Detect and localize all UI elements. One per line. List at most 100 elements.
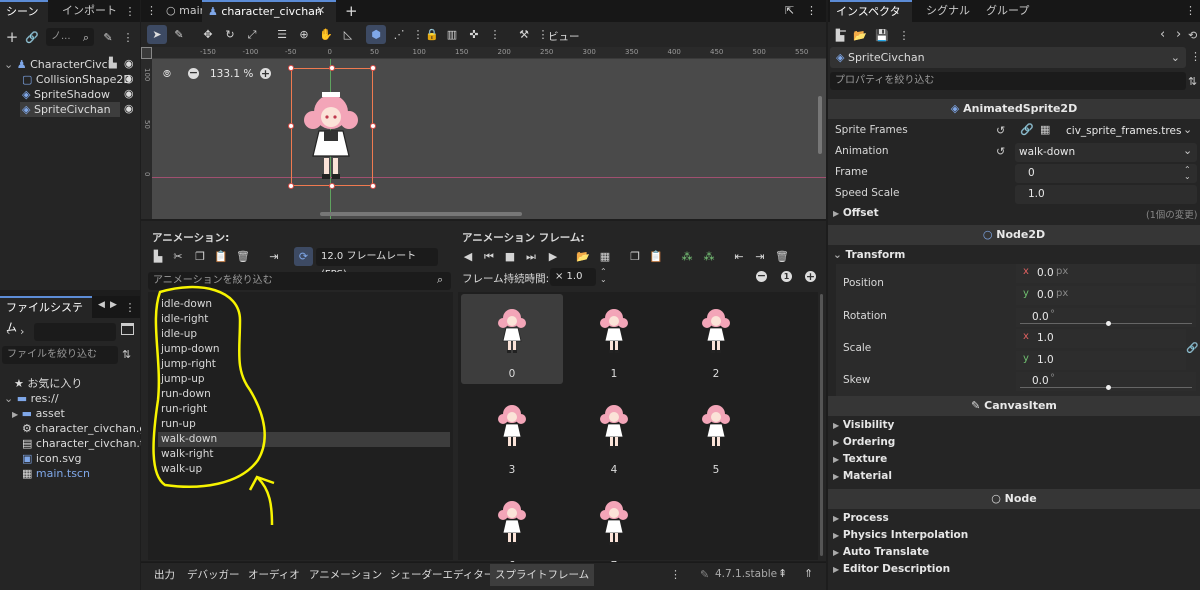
skew-slider-grabber[interactable] <box>1106 385 1111 390</box>
kebab-menu-icon[interactable]: ⋮ <box>122 3 138 19</box>
viewport-vscroll[interactable] <box>818 96 822 154</box>
inspector-section[interactable]: ▶ Texture <box>833 451 887 467</box>
paint-icon[interactable]: ✎ <box>171 27 187 43</box>
back-icon[interactable]: ‹ <box>6 325 10 338</box>
nav-right-icon[interactable]: ▶ <box>110 300 117 310</box>
spin-icon[interactable]: ⌃ ⌄ <box>600 268 607 284</box>
property-filter-input[interactable]: プロパティを絞り込む <box>830 72 1186 90</box>
spin-icon[interactable]: ⌃ ⌄ <box>1184 166 1191 181</box>
selection-handle[interactable] <box>288 183 294 189</box>
move-right-icon[interactable]: ⇥ <box>752 249 768 265</box>
frame-spinbox[interactable] <box>1015 164 1197 183</box>
section-offset[interactable]: ▶ Offset <box>833 205 879 221</box>
tab-scene[interactable]: シーン <box>0 0 48 22</box>
history-icon[interactable]: ⟲ <box>1188 29 1197 42</box>
link-scale-icon[interactable]: 🔗 <box>1186 343 1198 354</box>
delete-frame-icon[interactable]: 🗑 <box>774 249 790 265</box>
select-tool-icon[interactable]: ➤ <box>147 25 167 44</box>
file-item[interactable]: ▤ character_civchan.t... <box>22 436 155 451</box>
sort-icon[interactable]: ⇅ <box>122 348 131 361</box>
link-icon[interactable]: 🔗 <box>24 29 40 45</box>
filter-options-icon[interactable]: ⇅ <box>1188 75 1197 88</box>
tab-inspector[interactable]: インスペクター <box>830 0 912 38</box>
play-start-icon[interactable]: ⏭ <box>523 249 539 265</box>
frame-thumbnail[interactable]: 1 <box>563 294 665 384</box>
script-icon[interactable]: ✎ <box>100 29 116 45</box>
link-icon[interactable]: 🔗 <box>1020 123 1034 136</box>
delete-icon[interactable]: 🗑 <box>235 249 251 265</box>
frame-thumbnail[interactable]: 3 <box>461 390 563 480</box>
pin-panel-icon[interactable]: ⇞ <box>778 567 787 580</box>
tab-import[interactable]: インポート <box>56 0 123 22</box>
inspector-section[interactable]: ▶ Ordering <box>833 434 895 450</box>
chevron-down-icon[interactable]: ⌄ <box>1183 123 1192 136</box>
fps-input[interactable]: 12.0 フレームレート(FPS) <box>316 248 438 280</box>
tree-item-collision[interactable]: ▢ CollisionShape2D <box>22 72 138 87</box>
copy-frame-icon[interactable]: ❐ <box>627 249 643 265</box>
rotation-slider-grabber[interactable] <box>1106 321 1111 326</box>
bottom-tab[interactable]: 出力 <box>151 564 178 586</box>
more-icon[interactable]: ⋮ <box>120 29 136 45</box>
res-root-item[interactable]: ⌄ ▬ res:// <box>4 391 59 406</box>
bottom-tab[interactable]: シェーダーエディター <box>387 564 497 586</box>
tree-item-root[interactable]: ⌄ ♟ CharacterCivch <box>4 57 138 72</box>
inspector-section[interactable]: ▶ Material <box>833 468 892 484</box>
selection-handle[interactable] <box>370 65 376 71</box>
collapsed-arrow-icon[interactable]: ▶ <box>12 410 18 419</box>
rotate-icon[interactable]: ↻ <box>222 27 238 43</box>
more-icon[interactable]: ⋮ <box>1190 50 1200 63</box>
more-icon[interactable]: ⋮ <box>896 28 912 44</box>
bottom-tab[interactable]: デバッガー <box>184 564 243 586</box>
loop-toggle-icon[interactable]: ⟳ <box>294 247 313 266</box>
inspector-section[interactable]: ▶ Process <box>833 510 889 526</box>
add-tab-icon[interactable]: + <box>345 2 358 20</box>
frame-duration-input[interactable]: × 1.0 <box>550 268 596 286</box>
open-folder-icon[interactable]: 📂 <box>852 28 868 44</box>
load-folder-icon[interactable]: 📂 <box>575 249 591 265</box>
move-icon[interactable]: ✥ <box>200 27 216 43</box>
new-resource-icon[interactable]: ▙ <box>832 28 848 44</box>
fold-arrow-icon[interactable]: ⌄ <box>4 58 13 71</box>
play-backward-start-icon[interactable]: ⏮ <box>481 249 497 265</box>
kebab-menu-icon[interactable]: ⋮ <box>1185 4 1196 17</box>
paste-icon[interactable]: 📋 <box>213 249 229 265</box>
pivot-icon[interactable]: ⊕ <box>296 27 312 43</box>
lock-icon[interactable]: 🔒 <box>424 27 440 43</box>
inspector-section[interactable]: ▶ Visibility <box>833 417 894 433</box>
frames-vscroll[interactable] <box>820 294 823 556</box>
move-left-icon[interactable]: ⇤ <box>731 249 747 265</box>
frame-thumbnail[interactable]: 2 <box>665 294 767 384</box>
file-item[interactable]: ⚙ character_civchan.gd <box>22 421 153 436</box>
selection-handle[interactable] <box>288 123 294 129</box>
more-icon[interactable]: ⋮ <box>670 568 681 581</box>
selection-handle[interactable] <box>370 183 376 189</box>
selection-handle[interactable] <box>288 65 294 71</box>
tree-item-selected[interactable]: ◈ SpriteCivchan <box>20 102 120 117</box>
play-backward-icon[interactable]: ◀ <box>460 249 476 265</box>
inspector-section[interactable]: ▶ Physics Interpolation <box>833 527 968 543</box>
selection-handle[interactable] <box>370 123 376 129</box>
visibility-eye-icon[interactable]: ◉ <box>124 102 134 115</box>
snap-toggle-icon[interactable]: ⬢ <box>366 25 386 44</box>
ruler-icon[interactable]: ◺ <box>340 27 356 43</box>
more-icon[interactable]: ⋮ <box>806 4 817 17</box>
history-back-icon[interactable]: ‹ <box>1160 27 1165 42</box>
insert-before-icon[interactable]: ⁂ <box>679 249 695 265</box>
file-item[interactable]: ▣ icon.svg <box>22 451 81 466</box>
distraction-free-icon[interactable]: ⇱ <box>785 4 794 17</box>
save-icon[interactable]: 💾 <box>874 28 890 44</box>
favorites-item[interactable]: ★ お気に入り <box>14 376 82 391</box>
copy-icon[interactable]: ❐ <box>192 249 208 265</box>
file-item[interactable]: ▶ ▬ asset <box>12 406 65 421</box>
tab-groups[interactable]: グループ <box>980 0 1035 22</box>
viewport-hscroll[interactable] <box>320 212 522 216</box>
scale-icon[interactable]: ⤢ <box>244 27 260 43</box>
more-icon[interactable]: ⋮ <box>487 27 503 43</box>
prop-sprite-frames-value[interactable]: civ_sprite_frames.tres <box>1066 123 1181 140</box>
tab-signals[interactable]: シグナル <box>920 0 976 22</box>
frame-thumbnail[interactable]: 4 <box>563 390 665 480</box>
fold-arrow-icon[interactable]: ⌄ <box>4 392 13 405</box>
revert-icon[interactable]: ↺ <box>996 145 1005 158</box>
selection-handle[interactable] <box>329 183 335 189</box>
file-filter-input[interactable]: ファイルを絞り込む <box>2 346 118 364</box>
